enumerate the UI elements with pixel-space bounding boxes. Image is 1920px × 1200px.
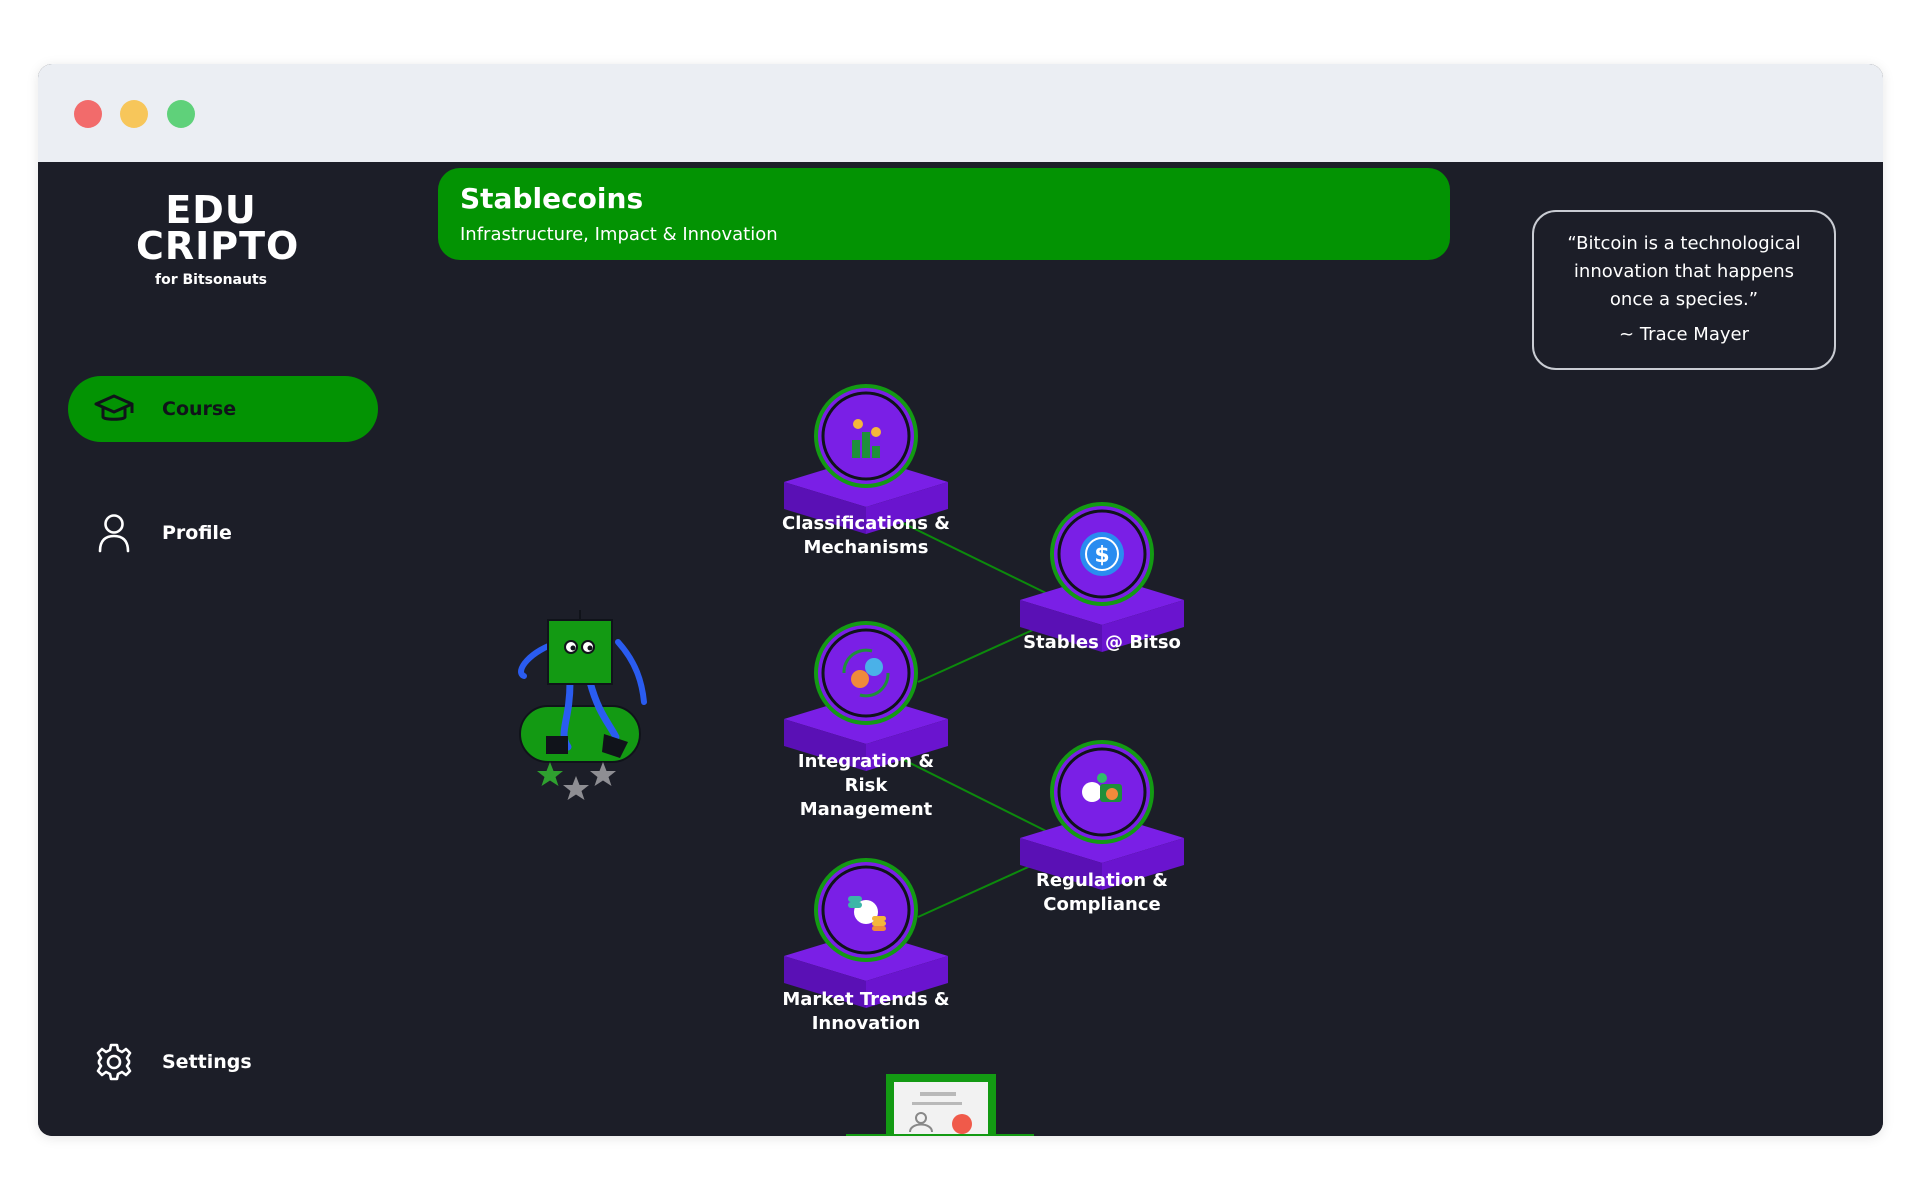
logo-subtitle: for Bitsonauts xyxy=(154,272,267,288)
app-window: EDU CRIPTO for Bitsonauts Course Profile… xyxy=(38,64,1883,1136)
star-icon xyxy=(590,762,616,786)
module-label-line: Classifications & xyxy=(782,513,950,534)
sidebar-item-label: Profile xyxy=(162,522,232,544)
module-label-classifications[interactable]: Classifications & Mechanisms xyxy=(766,512,966,560)
module-label-line: Risk xyxy=(844,775,888,796)
minimize-window-button[interactable] xyxy=(120,100,148,128)
quote-text: “Bitcoin is a technological innovation t… xyxy=(1567,233,1801,310)
module-label-line: Stables @ Bitso xyxy=(1023,632,1181,653)
logo-line-1: EDU xyxy=(165,188,257,232)
user-icon xyxy=(92,511,136,555)
close-window-button[interactable] xyxy=(74,100,102,128)
dollar-coin-icon: $ xyxy=(1080,532,1124,576)
module-label-line: Regulation & xyxy=(1035,870,1168,891)
module-label-line: Compliance xyxy=(1043,894,1161,915)
module-label-line: Innovation xyxy=(811,1013,921,1034)
logo-line-2: CRIPTO xyxy=(136,224,300,268)
mascot-stars xyxy=(537,762,616,800)
mascot-character xyxy=(518,610,647,763)
sidebar-item-course[interactable]: Course xyxy=(68,376,378,442)
gear-icon xyxy=(92,1040,136,1084)
svg-text:$: $ xyxy=(1094,543,1109,568)
sidebar-item-label: Course xyxy=(162,398,237,420)
quote-author: ~ Trace Mayer xyxy=(1619,324,1749,345)
module-label-line: Mechanisms xyxy=(803,537,929,558)
module-label-line: Market Trends & xyxy=(782,989,950,1010)
app-content: EDU CRIPTO for Bitsonauts Course Profile… xyxy=(38,162,1883,1136)
module-label-line: Integration & xyxy=(797,751,935,772)
module-node-integration-risk[interactable] xyxy=(784,621,948,771)
maximize-window-button[interactable] xyxy=(167,100,195,128)
certificate-icon[interactable] xyxy=(846,1074,1034,1136)
edu-cripto-logo: EDU CRIPTO for Bitsonauts xyxy=(136,188,300,288)
module-node-regulation[interactable] xyxy=(1020,740,1184,890)
star-icon xyxy=(563,776,589,800)
star-icon xyxy=(537,762,563,786)
module-label-stables-bitso[interactable]: Stables @ Bitso xyxy=(1002,631,1202,655)
course-banner: Stablecoins Infrastructure, Impact & Inn… xyxy=(438,168,1450,260)
sidebar-item-settings[interactable]: Settings xyxy=(68,1029,378,1095)
course-title: Stablecoins xyxy=(460,182,644,215)
sidebar-item-profile[interactable]: Profile xyxy=(68,500,378,566)
module-label-regulation[interactable]: Regulation & Compliance xyxy=(1002,869,1202,917)
sidebar-item-label: Settings xyxy=(162,1051,252,1073)
module-label-integration-risk[interactable]: Integration & Risk Management xyxy=(766,750,966,822)
quote-card: “Bitcoin is a technological innovation t… xyxy=(1532,210,1836,370)
graduation-cap-icon xyxy=(92,387,136,431)
course-subtitle: Infrastructure, Impact & Innovation xyxy=(460,224,778,245)
title-bar xyxy=(38,64,1883,162)
module-node-market-trends[interactable] xyxy=(784,858,948,1008)
module-label-market-trends[interactable]: Market Trends & Innovation xyxy=(766,988,966,1036)
module-node-stables-bitso[interactable]: $ xyxy=(1020,502,1184,652)
module-label-line: Management xyxy=(799,799,933,820)
